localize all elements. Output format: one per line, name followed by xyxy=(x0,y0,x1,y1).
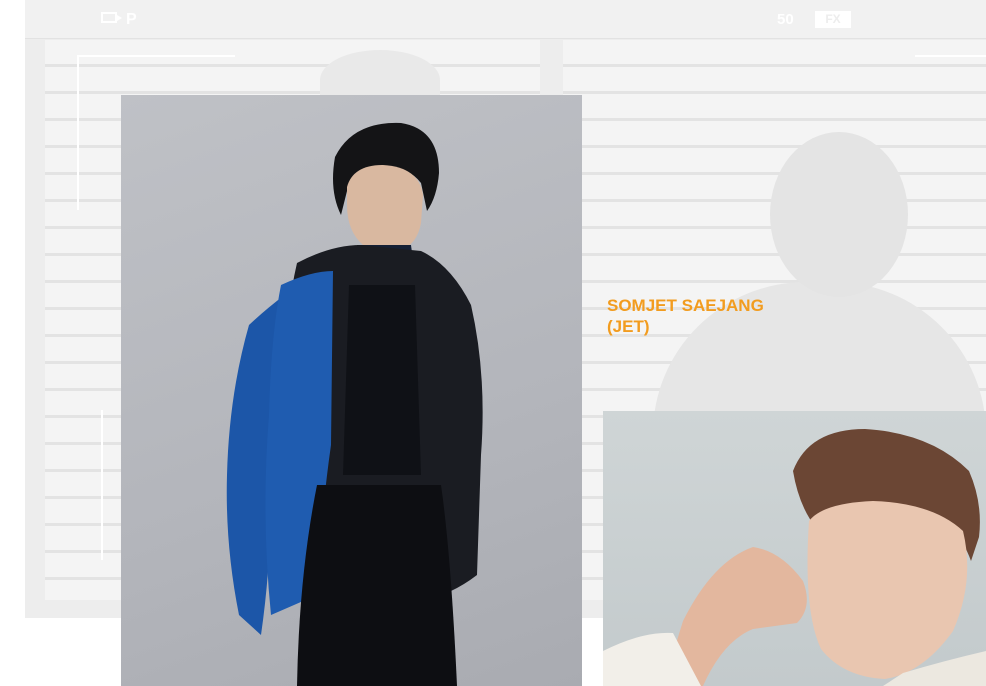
person-nickname: (JET) xyxy=(607,317,650,336)
person-name: SOMJET SAEJANG xyxy=(607,296,764,315)
viewfinder-frame-line xyxy=(77,55,79,210)
fx-badge: FX xyxy=(815,11,851,28)
camera-mode-label: P xyxy=(126,11,137,28)
viewfinder-frame-line xyxy=(915,55,986,57)
portrait-photo-icon xyxy=(603,429,986,686)
portrait-photo-icon xyxy=(226,122,483,686)
frame-rate-label: 50 xyxy=(777,11,794,28)
faded-person-head xyxy=(770,132,908,297)
viewfinder-frame-line xyxy=(77,55,235,57)
main-portrait-photo xyxy=(121,95,582,686)
viewfinder-frame-line xyxy=(101,410,103,560)
fx-badge-label: FX xyxy=(825,12,841,26)
viewfinder-status-bar: P 50 FX xyxy=(25,0,986,39)
video-camera-icon xyxy=(101,12,122,23)
person-name-caption: SOMJET SAEJANG (JET) xyxy=(607,295,827,337)
secondary-portrait-photo xyxy=(603,411,986,686)
